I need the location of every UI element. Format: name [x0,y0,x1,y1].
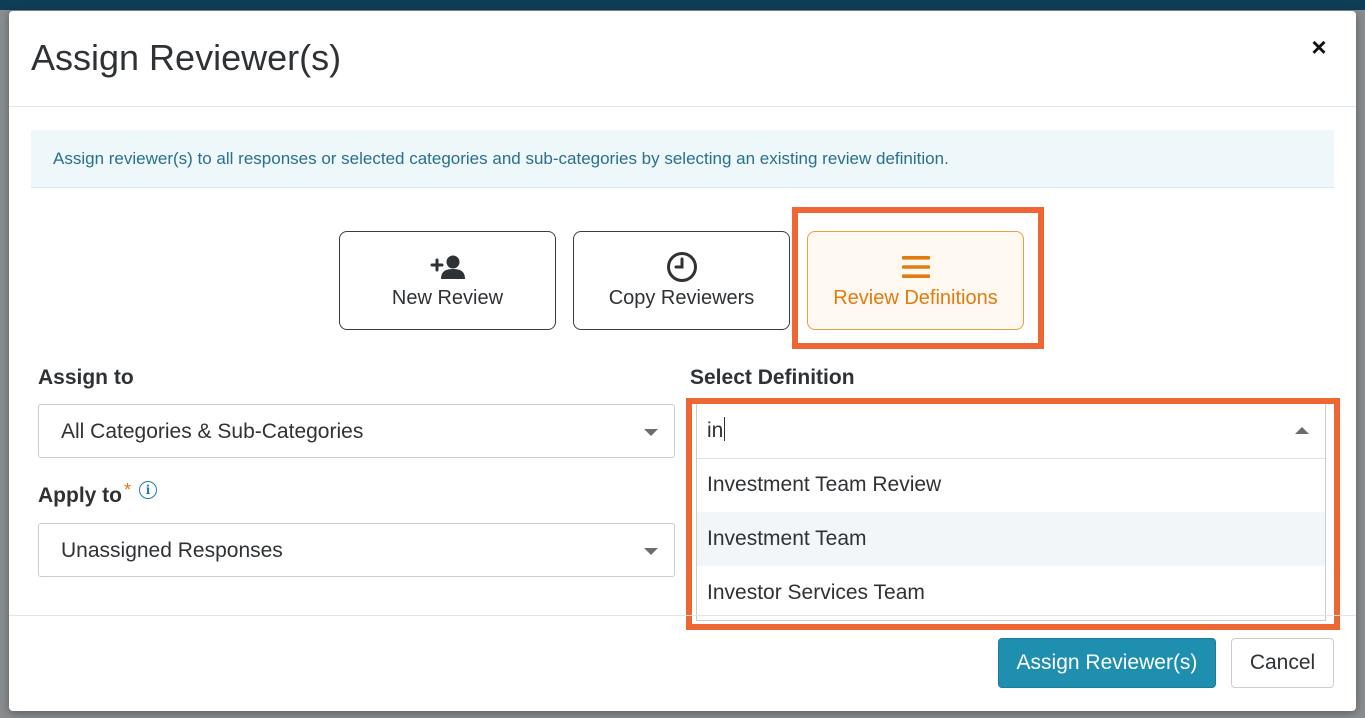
info-icon[interactable]: i [139,481,158,499]
info-banner-text: Assign reviewer(s) to all responses or s… [53,149,949,168]
chevron-down-icon [644,548,658,555]
select-definition-dropdown: in Investment Team Review Investment Tea… [696,403,1326,621]
definition-search-value: in [707,417,726,443]
definition-option-label: Investment Team Review [707,473,942,496]
info-banner: Assign reviewer(s) to all responses or s… [31,130,1334,188]
apply-to-select[interactable]: Unassigned Responses [38,523,675,577]
definition-search-input[interactable]: in [697,404,1325,459]
definition-option-label: Investor Services Team [707,581,925,604]
apply-to-value: Unassigned Responses [61,539,283,562]
copy-reviewers-button[interactable]: Copy Reviewers [573,231,790,330]
review-definitions-button[interactable]: Review Definitions [807,231,1024,330]
add-user-icon [340,252,555,282]
clock-icon [574,252,789,282]
footer-divider [9,615,1356,616]
dialog-title: Assign Reviewer(s) [31,37,342,78]
assign-to-select[interactable]: All Categories & Sub-Categories [38,404,675,458]
chevron-up-icon[interactable] [1295,427,1309,434]
new-review-label: New Review [391,287,504,309]
select-definition-label: Select Definition [690,366,855,389]
definition-option[interactable]: Investor Services Team [697,566,1325,620]
close-button[interactable]: × [1305,33,1333,61]
background-nav-bar [0,0,1365,10]
text-cursor [724,417,726,441]
copy-reviewers-label: Copy Reviewers [608,287,755,309]
definition-search-text: in [707,419,724,442]
assign-reviewers-dialog: Assign Reviewer(s) × Assign reviewer(s) … [9,11,1356,711]
required-mark: * [124,480,132,500]
new-review-button[interactable]: New Review [339,231,556,330]
assign-to-label: Assign to [38,366,134,389]
assign-to-value: All Categories & Sub-Categories [61,420,364,443]
chevron-down-icon [644,429,658,436]
apply-to-label: Apply to * i [38,480,158,508]
review-definitions-label: Review Definitions [833,287,998,309]
definition-option-label: Investment Team [707,527,867,550]
cancel-button[interactable]: Cancel [1231,638,1334,688]
assign-reviewers-button[interactable]: Assign Reviewer(s) [998,638,1216,688]
definition-option[interactable]: Investment Team [697,512,1325,566]
definition-option[interactable]: Investment Team Review [697,458,1325,512]
dialog-header: Assign Reviewer(s) × [9,11,1356,107]
apply-to-label-text: Apply to [38,484,122,507]
list-icon [808,252,1023,282]
